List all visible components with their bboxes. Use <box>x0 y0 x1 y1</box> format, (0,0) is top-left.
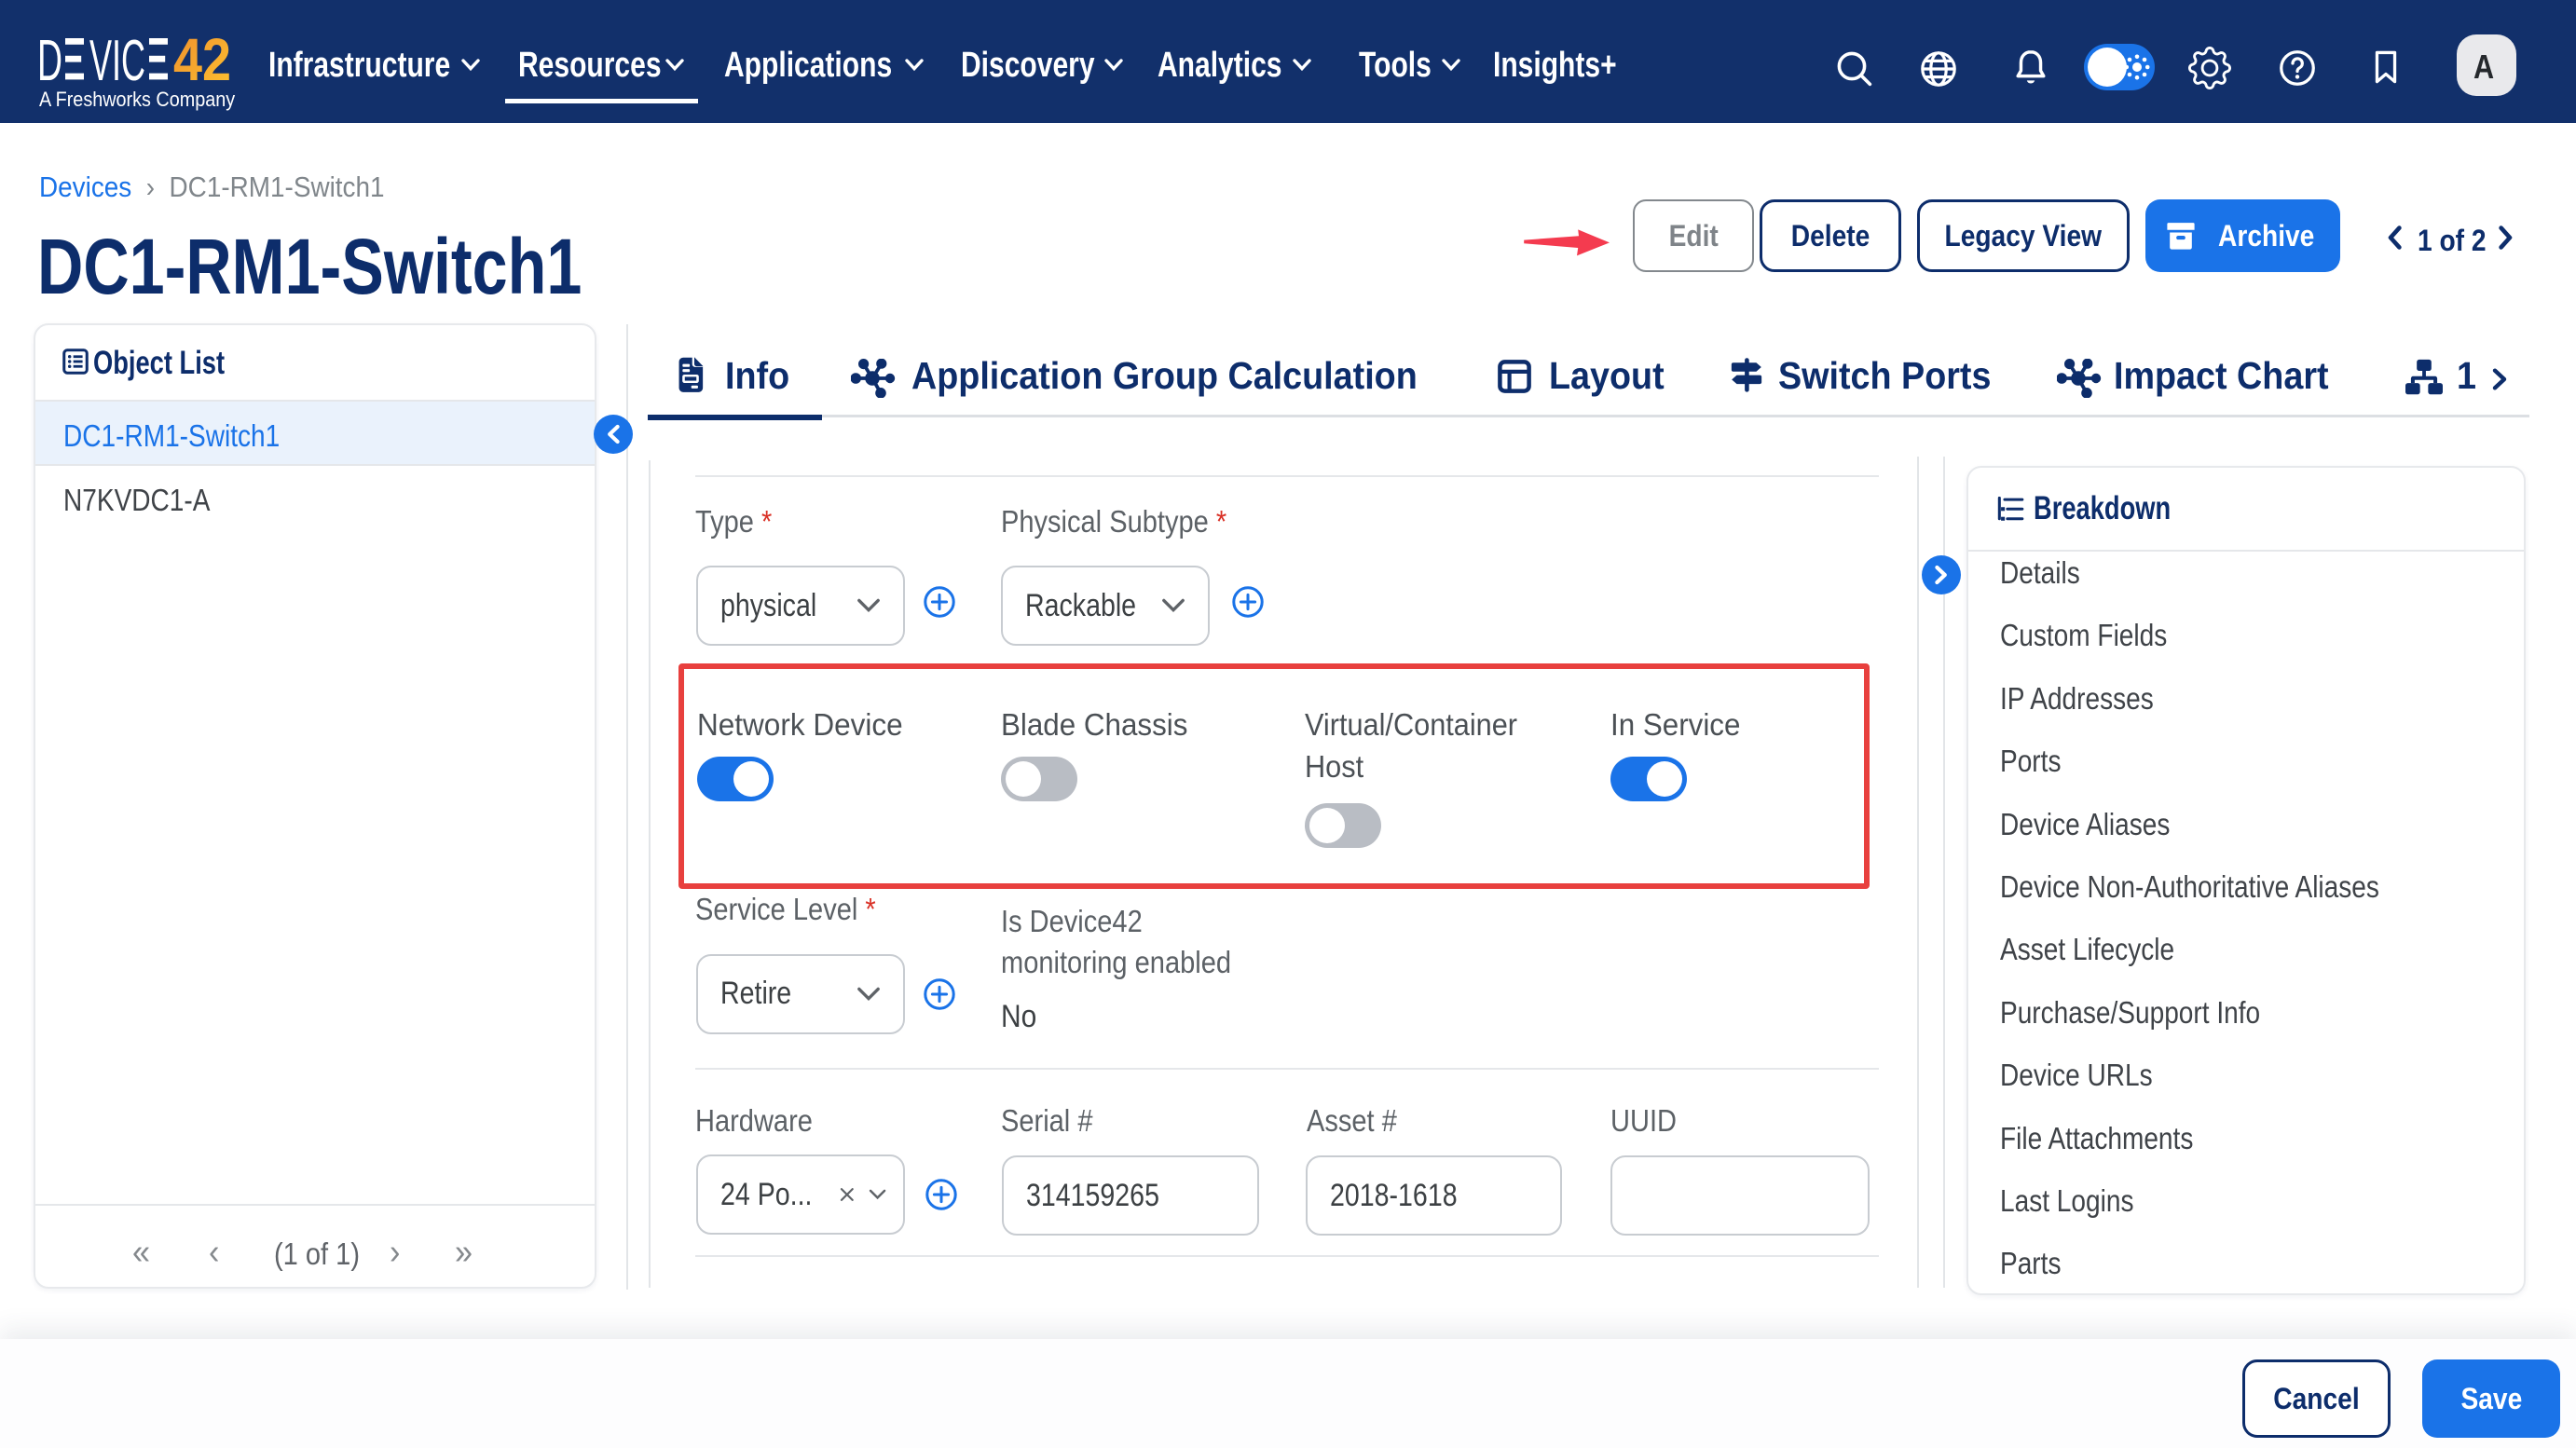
svg-text:42: 42 <box>173 37 231 86</box>
svg-text:VIC: VIC <box>89 37 145 86</box>
svg-text:D: D <box>37 37 62 86</box>
